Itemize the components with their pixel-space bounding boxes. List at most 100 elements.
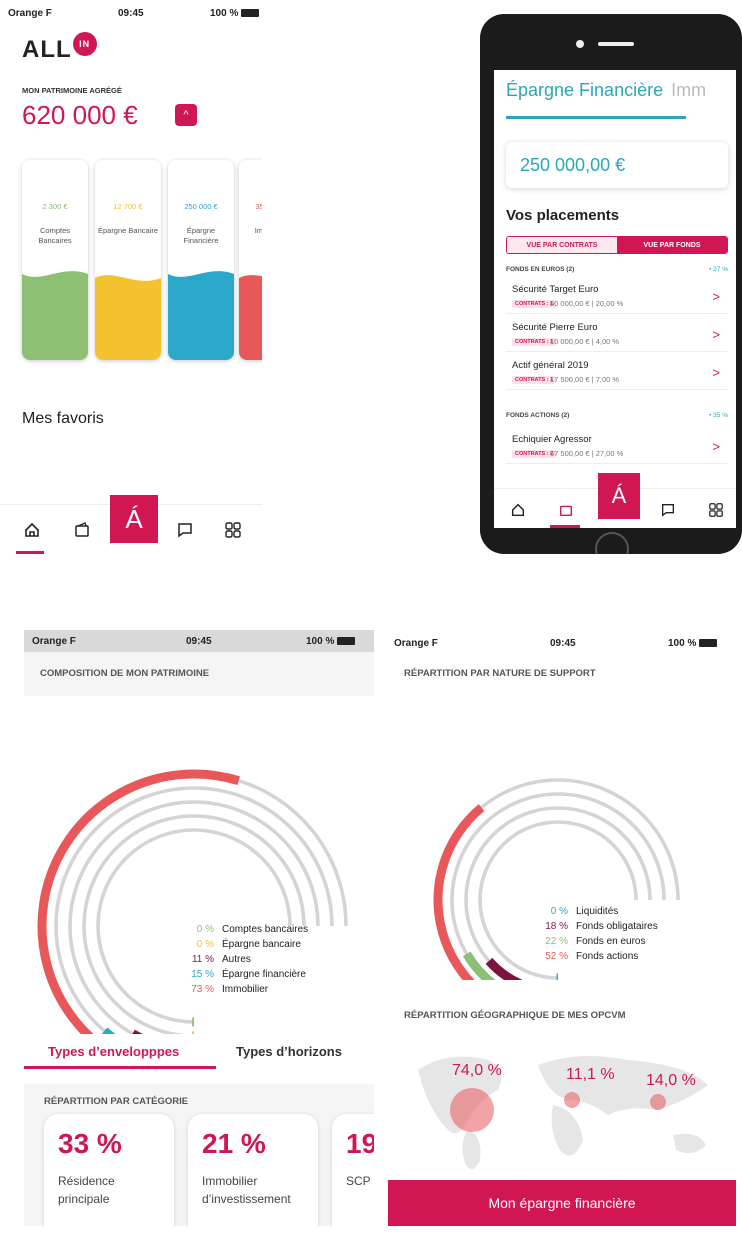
legend-label: Autres [222, 954, 251, 965]
chevron-right-icon: > [712, 289, 720, 304]
battery: 100 % [210, 8, 260, 19]
status-bar: Orange F 09:45 100 % [0, 2, 262, 24]
asset-card[interactable]: 350 000 € Immobilier [239, 160, 262, 360]
carrier: Orange F [394, 637, 438, 649]
phone-frame: Épargne Financière Imm 250 000,00 € Vos p… [480, 14, 742, 554]
home-screen: Orange F 09:45 100 % ALL IN MON PATRIMOIN… [0, 0, 262, 556]
chevron-right-icon: > [712, 439, 720, 454]
legend-label: Fonds actions [576, 951, 639, 962]
patrimoine-value: 620 000 € [22, 100, 138, 130]
asset-label: Comptes Bancaires [38, 226, 72, 245]
chevron-right-icon: > [712, 365, 720, 380]
wallet-icon[interactable] [70, 519, 94, 541]
chat-icon[interactable] [656, 499, 680, 521]
app-logo: ALL IN [22, 32, 97, 64]
composition-screen: Orange F 09:45 100 % COMPOSITION DE MON … [24, 630, 374, 1226]
asset-card[interactable]: 2 300 € Comptes Bancaires [22, 160, 88, 360]
favoris-title: Mes favoris [22, 410, 104, 427]
legend-item: 0 % Liquidités [538, 906, 619, 917]
ring-track [68, 800, 320, 1052]
legend-label: Liquidités [576, 906, 619, 917]
clock: 09:45 [550, 637, 576, 649]
legend-pct: 0 % [550, 906, 568, 917]
tab-bar: Á [0, 495, 262, 556]
speaker-icon [598, 42, 634, 46]
carrier: Orange F [8, 7, 52, 19]
legend-pct: 18 % [545, 921, 568, 932]
active-tab-indicator [550, 525, 580, 528]
grid-menu-icon[interactable] [221, 519, 245, 541]
home-icon[interactable] [506, 499, 530, 521]
fund-name: Actif général 2019 [512, 360, 589, 371]
legend-item: 22 % Fonds en euros [538, 936, 645, 947]
tab-epargne-financiere[interactable]: Épargne Financière [506, 80, 663, 100]
category-pct: 33 % [58, 1128, 122, 1159]
asset-wave [95, 275, 161, 360]
category-label: SCP [346, 1174, 371, 1188]
asset-wave [22, 271, 88, 360]
fund-name: Sécurité Pierre Euro [512, 322, 598, 333]
asset-label: Épargne Bancaire [97, 226, 159, 235]
composition-title: COMPOSITION DE MON PATRIMOINE [40, 668, 210, 679]
fund-detail: 17 500,00 € | 7,00 % [550, 375, 620, 384]
tab-immobilier[interactable]: Imm [671, 80, 706, 100]
fund-detail: 10 000,00 € | 4,00 % [550, 337, 620, 346]
wallet-icon[interactable] [554, 499, 578, 521]
fund-row[interactable]: Echiquier Agressor CONTRATS : 2 67 500,0… [506, 430, 728, 464]
legend-pct: 52 % [545, 951, 568, 962]
category-card[interactable]: 21 % Immobilier d’investissement [188, 1114, 318, 1226]
collapse-button[interactable]: ^ [175, 104, 197, 126]
fund-row[interactable]: Sécurité Pierre Euro CONTRATS : 1 10 000… [506, 318, 728, 352]
home-icon[interactable] [20, 519, 44, 541]
epargne-screen: Épargne Financière Imm 250 000,00 € Vos p… [494, 70, 736, 528]
legend-item: 73 % Immobilier [184, 984, 268, 995]
grid-menu-icon[interactable] [704, 499, 728, 521]
legend-pct: 73 % [191, 984, 214, 995]
epargne-financiere-button[interactable]: Mon épargne financière [388, 1180, 736, 1226]
legend-item: 0 % Épargne bancaire [184, 939, 301, 950]
tab-horizons[interactable]: Types d’horizons [236, 1044, 342, 1059]
view-contrats-button[interactable]: VUE PAR CONTRATS [507, 237, 617, 253]
main-action-button[interactable]: Á [598, 473, 640, 519]
tab-enveloppes[interactable]: Types d’envelopppes [48, 1044, 179, 1059]
legend-item: 15 % Épargne financière [184, 969, 306, 980]
asset-value: 2 300 € [42, 202, 68, 211]
geo-pct: 14,0 % [646, 1072, 696, 1089]
group-title: FONDS ACTIONS (2) [506, 412, 570, 419]
camera-icon [576, 40, 584, 48]
category-card[interactable]: 19 SCP [332, 1114, 374, 1226]
tab-underline [506, 116, 686, 119]
category-pct: 19 [346, 1128, 374, 1159]
asset-wave [168, 271, 234, 360]
legend-label: Comptes bancaires [222, 924, 309, 935]
legend-pct: 15 % [191, 969, 214, 980]
asset-card[interactable]: 12 700 € Épargne Bancaire [95, 160, 161, 360]
legend-item: 18 % Fonds obligataires [538, 921, 658, 932]
battery: 100 % [306, 636, 356, 647]
world-map: 74,0 % 11,1 % 14,0 % [388, 1040, 736, 1180]
legend-pct: 22 % [545, 936, 568, 947]
fund-detail: 67 500,00 € | 27,00 % [550, 449, 624, 458]
group-pct: • 35 % [709, 412, 728, 419]
tab-bar: Á [494, 473, 736, 528]
fund-row[interactable]: Sécurité Target Euro CONTRATS : 1 50 000… [506, 280, 728, 314]
legend-pct: 11 % [191, 954, 214, 965]
fund-row[interactable]: Actif général 2019 CONTRATS : 1 17 500,0… [506, 356, 728, 390]
asset-label: Immobilier [254, 226, 262, 235]
support-screen: Orange F 09:45 100 % RÉPARTITION PAR NAT… [388, 630, 736, 1226]
geo-pct: 74,0 % [452, 1062, 502, 1079]
legend-item: 11 % Autres [184, 954, 251, 965]
main-action-button[interactable]: Á [110, 495, 158, 543]
category-label: Résidence principale [58, 1174, 115, 1206]
category-card[interactable]: 33 % Résidence principale [44, 1114, 174, 1226]
active-tab-indicator [16, 551, 44, 554]
view-fonds-button[interactable]: VUE PAR FONDS [617, 237, 727, 253]
chat-icon[interactable] [173, 519, 197, 541]
fund-name: Echiquier Agressor [512, 434, 592, 445]
legend-item: 52 % Fonds actions [538, 951, 638, 962]
asset-card[interactable]: 250 000 € Épargne Financière [168, 160, 234, 360]
legend-label: Épargne financière [222, 969, 306, 980]
chevron-right-icon: > [712, 327, 720, 342]
tabs-strip: Types d’envelopppes Types d’horizons [24, 1034, 374, 1084]
home-hardware-button[interactable] [595, 532, 629, 554]
